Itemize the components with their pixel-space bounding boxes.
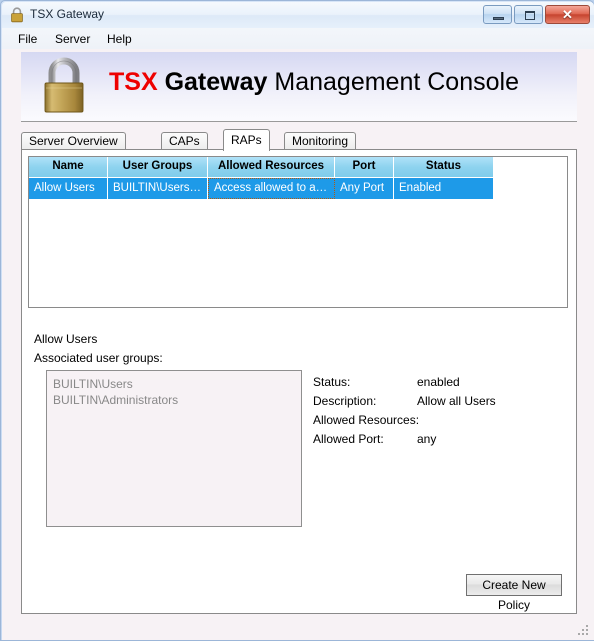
cell-name[interactable]: Allow Users [29, 178, 108, 199]
grid-header-row: Name User Groups Allowed Resources Port … [29, 157, 567, 177]
list-item[interactable]: BUILTIN\Administrators [53, 392, 301, 408]
banner-title-tsx: TSX [109, 68, 158, 96]
policies-grid[interactable]: Name User Groups Allowed Resources Port … [28, 156, 568, 308]
application-window: TSX Gateway ✕ File Server Help TSX Gatew… [0, 0, 594, 641]
menu-item-help[interactable]: Help [101, 31, 138, 47]
cell-port[interactable]: Any Port [335, 178, 394, 199]
tab-monitoring[interactable]: Monitoring [284, 132, 357, 150]
detail-label-description: Description: [313, 394, 377, 408]
minimize-icon [493, 17, 504, 20]
banner-title-gateway: Gateway [164, 68, 268, 96]
window-title: TSX Gateway [30, 7, 105, 21]
banner-title: TSX Gateway Management Console [109, 68, 519, 97]
cell-user-groups[interactable]: BUILTIN\Users;... [108, 178, 208, 199]
detail-label-allowed-resources: Allowed Resources: [313, 413, 420, 427]
grid-header-allowed-resources[interactable]: Allowed Resources [208, 157, 335, 177]
tab-raps[interactable]: RAPs [223, 129, 270, 151]
detail-label-status: Status: [313, 375, 351, 389]
menu-item-server[interactable]: Server [49, 31, 96, 47]
close-button[interactable]: ✕ [545, 5, 590, 24]
close-icon: ✕ [562, 7, 573, 22]
app-banner: TSX Gateway Management Console [21, 52, 577, 122]
grid-header-name[interactable]: Name [29, 157, 108, 177]
detail-value-status: enabled [417, 375, 460, 389]
banner-title-management: Management Console [274, 68, 519, 96]
cell-allowed-resources[interactable]: Access allowed to all ... [208, 178, 335, 199]
detail-value-description: Allow all Users [417, 394, 496, 408]
grid-header-status[interactable]: Status [394, 157, 494, 177]
cell-status[interactable]: Enabled [394, 178, 494, 199]
detail-groups-label: Associated user groups: [34, 351, 163, 365]
title-bar[interactable]: TSX Gateway ✕ [2, 2, 594, 28]
list-item[interactable]: BUILTIN\Users [53, 376, 301, 392]
tab-server-overview[interactable]: Server Overview [21, 132, 126, 150]
menu-item-file[interactable]: File [12, 31, 43, 47]
detail-policy-name: Allow Users [34, 332, 98, 346]
minimize-button[interactable] [483, 5, 512, 24]
detail-label-allowed-port: Allowed Port: [313, 432, 384, 446]
grid-header-user-groups[interactable]: User Groups [108, 157, 208, 177]
menu-bar: File Server Help [2, 28, 594, 50]
detail-value-allowed-port: any [417, 432, 437, 446]
maximize-icon [525, 11, 535, 20]
grid-header-filler [494, 157, 567, 177]
padlock-icon [44, 57, 84, 113]
tab-strip: Server Overview CAPs RAPs Monitoring [21, 129, 577, 151]
window-controls: ✕ [483, 5, 590, 24]
padlock-icon [11, 7, 23, 23]
associated-user-groups-list[interactable]: BUILTIN\Users BUILTIN\Administrators [46, 370, 302, 527]
table-row[interactable]: Allow Users BUILTIN\Users;... Access all… [29, 178, 494, 199]
grid-header-port[interactable]: Port [335, 157, 394, 177]
resize-grip[interactable] [578, 625, 590, 637]
maximize-button[interactable] [514, 5, 543, 24]
create-new-policy-button[interactable]: Create New Policy [466, 574, 562, 612]
tab-caps[interactable]: CAPs [161, 132, 208, 150]
client-area: TSX Gateway Management Console Server Ov… [2, 49, 594, 640]
tab-panel-raps: Name User Groups Allowed Resources Port … [21, 149, 577, 614]
